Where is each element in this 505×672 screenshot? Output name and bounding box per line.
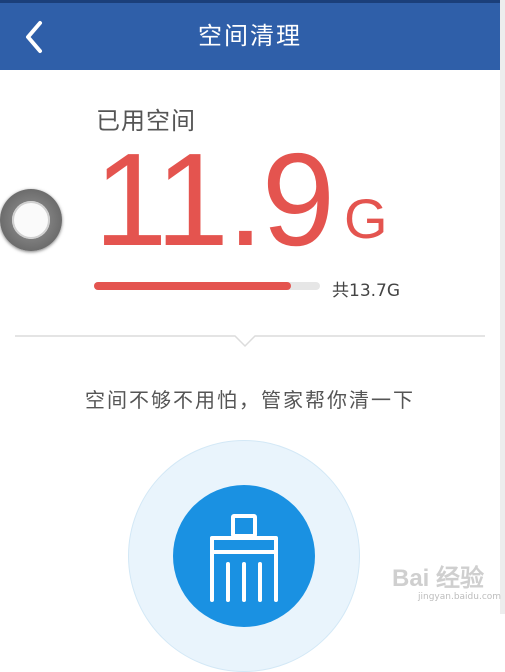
header-bar: 空间清理 (0, 0, 500, 70)
broom-icon (210, 514, 278, 602)
watermark-url: jingyan.baidu.com (418, 592, 502, 602)
hint-text: 空间不够不用怕，管家帮你清一下 (85, 388, 415, 412)
watermark-logo: Bai 经验 (392, 565, 485, 592)
used-space-unit: G (344, 187, 388, 250)
floating-button-center (12, 201, 50, 239)
storage-progress-fill (94, 282, 291, 290)
divider (15, 335, 485, 348)
floating-assistive-button[interactable] (0, 189, 62, 251)
total-space-label: 共13.7G (332, 281, 401, 301)
used-space-value: 11.9 (94, 126, 335, 273)
storage-progress-bar (94, 282, 320, 290)
screen-edge (500, 0, 505, 614)
page-title: 空间清理 (198, 22, 302, 50)
